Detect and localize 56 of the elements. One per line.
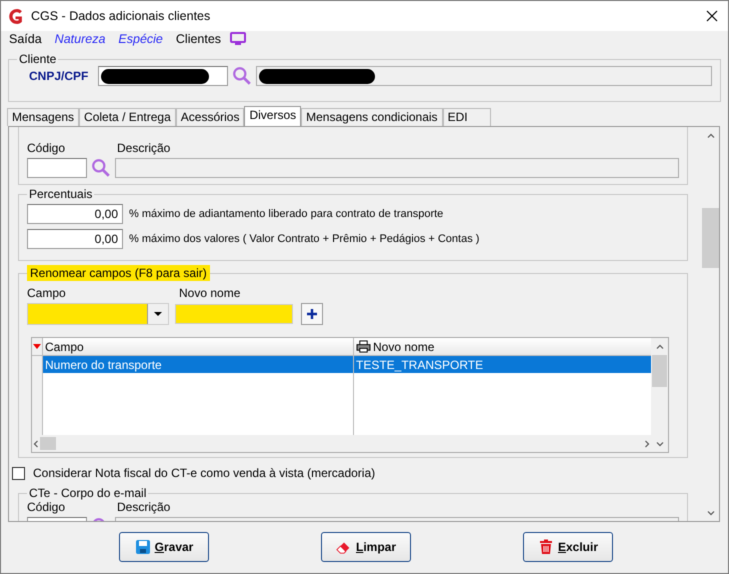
checkbox[interactable] [12, 466, 25, 480]
sort-icon [33, 344, 41, 349]
table-cell: TESTE_TRANSPORTE [354, 356, 651, 373]
field-dropdown[interactable] [27, 303, 169, 325]
tab[interactable]: Acessórios [176, 108, 244, 126]
monitor-icon[interactable] [230, 32, 246, 46]
tab[interactable]: Coleta / Entrega [79, 108, 176, 126]
trash-icon [538, 539, 554, 555]
search-icon[interactable] [232, 66, 252, 86]
scrollbar-thumb[interactable] [652, 355, 667, 387]
field-label: Campo [27, 286, 67, 300]
group-title: Cliente [18, 52, 58, 66]
add-button[interactable] [301, 303, 323, 325]
tab[interactable]: EDI [442, 108, 491, 126]
field-label: % máximo dos valores ( Valor Contrato + Prêmio + Pedágios + Contas ) [129, 233, 480, 245]
scrollbar-thumb[interactable] [702, 208, 719, 268]
group-title: CTe - Corpo do e-mail [28, 486, 148, 500]
save-button[interactable]: Gravar [119, 532, 209, 562]
field-label: CNPJ/CPF [29, 69, 88, 83]
group-title: Renomear campos (F8 para sair) [27, 265, 210, 281]
menu-item[interactable]: Clientes [176, 32, 222, 46]
column-header[interactable]: Campo [43, 338, 354, 355]
window-title: CGS - Dados adicionais clientes [31, 9, 212, 23]
table-cell: Numero do transporte [43, 356, 354, 373]
cnpj-field[interactable] [98, 66, 228, 86]
field-label: Código [27, 141, 66, 155]
field-label: Código [27, 500, 66, 514]
tab[interactable]: Mensagens [7, 108, 80, 126]
scrollbar-thumb[interactable] [40, 437, 56, 450]
group-title: Percentuais [28, 187, 94, 201]
menu-item[interactable]: Natureza [54, 32, 106, 46]
field-label: Descrição [117, 141, 170, 155]
caret-icon [154, 312, 162, 316]
app-logo-icon [7, 8, 24, 24]
clear-button[interactable]: Limpar [321, 532, 411, 562]
table-row[interactable]: Numero do transporte TESTE_TRANSPORTE [32, 356, 651, 373]
field-label: Novo nome [179, 286, 240, 300]
code-field[interactable] [27, 158, 87, 178]
field-label: % máximo de adiantamento liberado para contrato de transporte [129, 208, 444, 220]
tab[interactable]: Diversos [244, 106, 302, 126]
menu-item[interactable]: Espécie [118, 32, 163, 46]
printer-icon [356, 340, 371, 353]
tab[interactable]: Mensagens condicionais [301, 108, 443, 126]
checkbox-label: Considerar Nota fiscal do CT-e como venda à vista (mercadoria) [33, 466, 376, 480]
horizontal-scrollbar[interactable] [32, 435, 651, 452]
new-name-field[interactable] [175, 304, 293, 324]
delete-button[interactable]: Excluir [523, 532, 613, 562]
field-label: Descrição [117, 500, 170, 514]
vertical-scrollbar[interactable] [651, 338, 668, 452]
search-icon[interactable] [91, 158, 111, 178]
column-header[interactable]: Novo nome [354, 338, 651, 355]
menu-item[interactable]: Saída [9, 32, 42, 46]
percentage-field[interactable]: 0,00 [27, 204, 123, 224]
close-icon[interactable] [706, 10, 718, 22]
percentage-field[interactable]: 0,00 [27, 229, 123, 249]
plus-icon [307, 309, 317, 319]
